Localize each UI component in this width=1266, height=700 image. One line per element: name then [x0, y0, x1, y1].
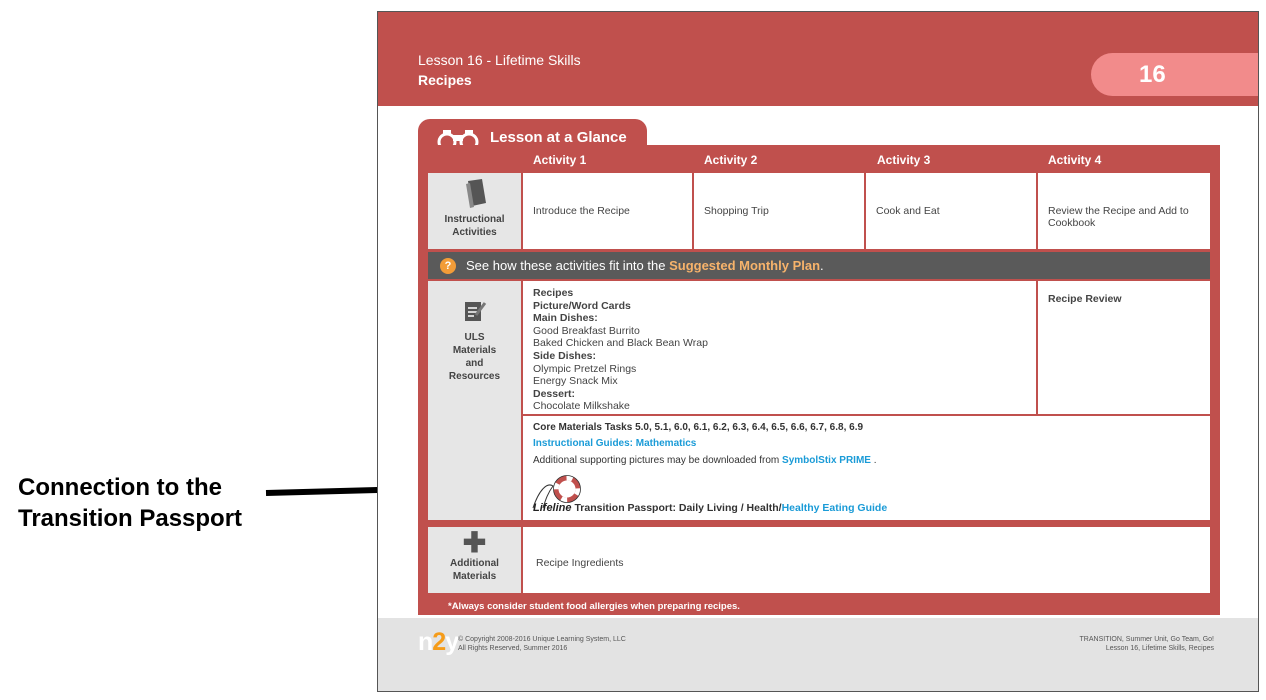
notepad-pencil-icon [464, 302, 486, 321]
book-icon [465, 179, 486, 208]
supporting-prefix: Additional supporting pictures may be do… [533, 455, 780, 466]
annotation-line-2: Transition Passport [18, 505, 243, 532]
logo-2: 2 [432, 628, 446, 656]
annotation-callout: Connection to the Transition Passport [18, 472, 242, 534]
lesson-number-badge: 16 [1091, 53, 1258, 96]
activity-1-text: Introduce the Recipe [533, 205, 630, 217]
activity-1-header: Activity 1 [533, 153, 587, 167]
n2y-logo: n2y [418, 628, 459, 657]
materials-main-1: Good Breakfast Burrito [533, 324, 640, 337]
materials-recipes-heading: Recipes [533, 287, 574, 299]
activity-3-header: Activity 3 [877, 153, 931, 167]
materials-label-3: and [465, 358, 484, 369]
core-tasks-label: Core Materials Tasks [533, 422, 633, 433]
plan-bar-prefix: See how these activities fit into the [466, 258, 666, 273]
logo-y: y [445, 628, 459, 656]
suggested-monthly-plan-link[interactable]: Suggested Monthly Plan [669, 258, 820, 273]
materials-side-1: Olympic Pretzel Rings [533, 362, 637, 375]
materials-label-4: Resources [448, 371, 501, 382]
symbolstix-link[interactable]: SymbolStix PRIME [782, 455, 871, 466]
core-tasks-list: 5.0, 5.1, 6.0, 6.1, 6.2, 6.3, 6.4, 6.5, … [635, 422, 864, 433]
page-footer: n2y © Copyright 2008-2016 Unique Learnin… [378, 618, 1258, 691]
materials-label-2: Materials [452, 345, 497, 356]
plan-bar-suffix: . [820, 258, 824, 273]
glance-title: Lesson at a Glance [490, 129, 627, 146]
activity-2-header: Activity 2 [704, 153, 758, 167]
footer-right-line-2: Lesson 16, Lifetime Skills, Recipes [1105, 645, 1214, 652]
materials-dessert-heading: Dessert: [533, 387, 576, 400]
activity-2-text: Shopping Trip [704, 205, 769, 217]
core-materials-cell: Core Materials Tasks 5.0, 5.1, 6.0, 6.1,… [523, 416, 1210, 520]
copyright-line-1: © Copyright 2008-2016 Unique Learning Sy… [458, 636, 626, 643]
passport-line: Lifeline Transition Passport: Daily Livi… [533, 502, 887, 514]
recipe-review-text: Recipe Review [1048, 293, 1122, 305]
activity-4-cell: Review the Recipe and Add to Cookbook [1038, 173, 1210, 249]
copyright: © Copyright 2008-2016 Unique Learning Sy… [458, 635, 626, 653]
materials-side-heading: Side Dishes: [533, 349, 597, 362]
activity-3-cell: Cook and Eat [866, 173, 1036, 249]
footer-lesson-info: TRANSITION, Summer Unit, Go Team, Go! Le… [1080, 635, 1214, 653]
materials-main-2: Baked Chicken and Black Bean Wrap [533, 337, 708, 350]
materials-label-1: ULS [464, 332, 485, 343]
supporting-pictures-line: Additional supporting pictures may be do… [533, 455, 877, 466]
lesson-page: Lesson 16 - Lifetime Skills Recipes 16 L… [377, 11, 1259, 692]
instructional-guides-link[interactable]: Instructional Guides: Mathematics [533, 438, 696, 449]
instructional-guides-link-text[interactable]: Instructional Guides: Mathematics [533, 438, 696, 449]
footer-right-line-1: TRANSITION, Summer Unit, Go Team, Go! [1079, 636, 1214, 643]
instructional-label-1: Instructional [444, 214, 505, 225]
activity-4-text: Review the Recipe and Add to Cookbook [1048, 205, 1189, 229]
additional-item: Recipe Ingredients [536, 557, 624, 569]
question-icon: ? [440, 258, 456, 274]
materials-label-cell: ULS Materials and Resources [428, 281, 521, 520]
activity-2-cell: Shopping Trip [694, 173, 864, 249]
additional-materials-cell: Recipe Ingredients [523, 527, 1210, 593]
materials-cards-heading: Picture/Word Cards [533, 299, 631, 312]
recipe-review-cell: Recipe Review [1038, 281, 1210, 414]
core-tasks-line: Core Materials Tasks 5.0, 5.1, 6.0, 6.1,… [533, 422, 863, 433]
glance-card: Activity 1 Activity 2 Activity 3 Activit… [418, 145, 1220, 615]
materials-list: Recipes Picture/Word Cards Main Dishes: … [533, 287, 708, 413]
page-header: Lesson 16 - Lifetime Skills Recipes 16 [378, 12, 1258, 106]
additional-label-1: Additional [450, 558, 499, 569]
supporting-suffix: . [873, 455, 877, 466]
annotation-line-1: Connection to the [18, 474, 222, 501]
materials-main-heading: Main Dishes: [533, 312, 598, 325]
lifeline-logo-text: Lifeline [533, 502, 572, 514]
logo-n: n [418, 628, 433, 656]
activity-3-text: Cook and Eat [876, 205, 940, 217]
activity-1-cell: Introduce the Recipe [523, 173, 692, 249]
lesson-title: Recipes [418, 72, 472, 88]
allergy-footnote: *Always consider student food allergies … [448, 601, 740, 612]
healthy-eating-guide-link[interactable]: Healthy Eating Guide [782, 502, 888, 514]
additional-label-cell: ✚ Additional Materials [428, 527, 521, 593]
materials-side-2: Energy Snack Mix [533, 375, 618, 388]
instructional-label-2: Activities [452, 227, 497, 238]
activity-4-header: Activity 4 [1048, 153, 1102, 167]
plus-icon: ✚ [462, 527, 487, 558]
additional-label-2: Materials [452, 571, 497, 582]
instructional-label-cell: Instructional Activities [428, 173, 521, 249]
passport-prefix: Transition Passport: Daily Living / Heal… [574, 502, 782, 514]
monthly-plan-bar: ? See how these activities fit into the … [428, 252, 1210, 279]
materials-dessert-1: Chocolate Milkshake [533, 400, 630, 413]
materials-cell: Recipes Picture/Word Cards Main Dishes: … [523, 281, 1036, 414]
lesson-line: Lesson 16 - Lifetime Skills [418, 52, 581, 68]
copyright-line-2: All Rights Reserved, Summer 2016 [458, 645, 568, 652]
